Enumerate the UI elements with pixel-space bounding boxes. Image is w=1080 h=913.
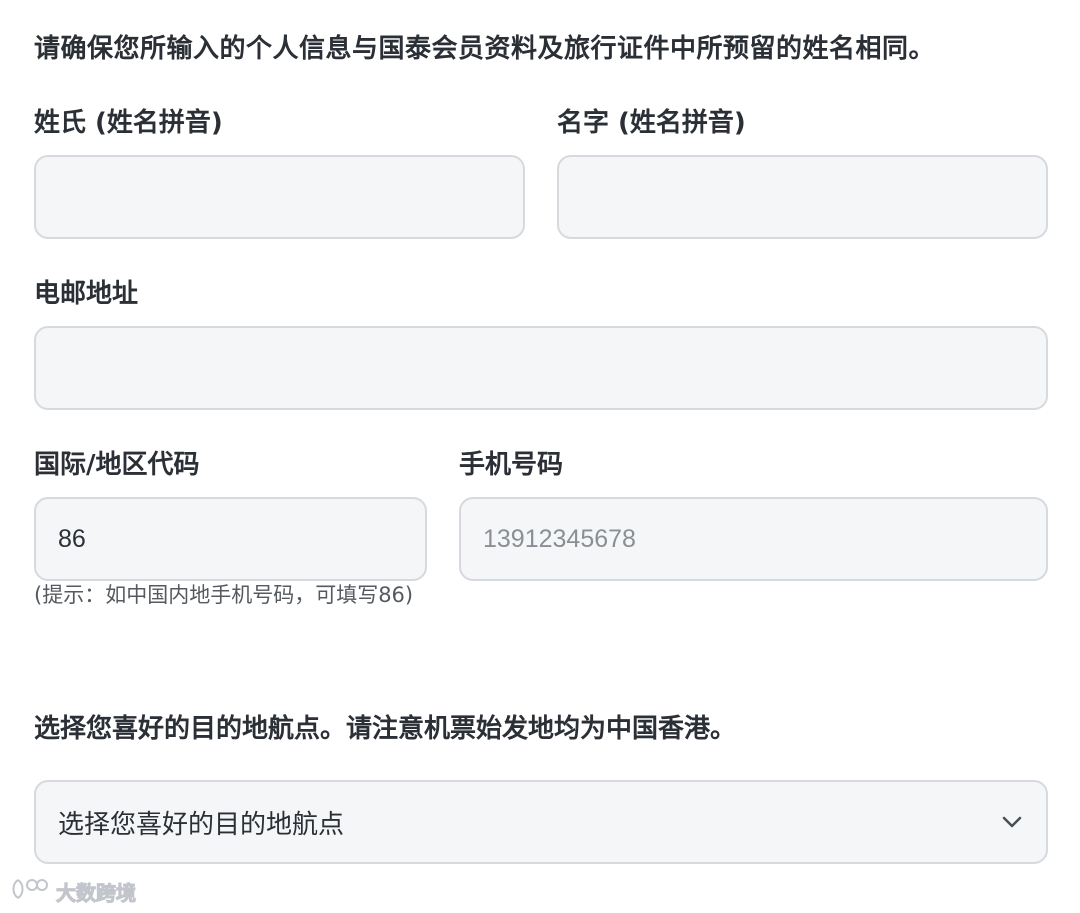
chevron-down-icon [1000,810,1024,834]
mobile-input[interactable] [483,499,1024,579]
destination-select[interactable]: 选择您喜好的目的地航点 [34,780,1048,864]
country-code-input[interactable] [58,499,403,579]
email-field[interactable] [34,326,1048,410]
surname-field[interactable] [34,155,525,239]
email-input[interactable] [58,328,1024,408]
country-code-hint: (提示：如中国内地手机号码，可填写86) [34,583,414,607]
country-code-field[interactable] [34,497,427,581]
surname-label: 姓氏 (姓名拼音) [34,108,223,138]
watermark-text: 大数跨境 [56,881,137,906]
mobile-field[interactable] [459,497,1048,581]
email-label: 电邮地址 [34,279,139,309]
country-code-label: 国际/地区代码 [34,450,200,480]
mobile-label: 手机号码 [459,450,564,480]
given-name-label: 名字 (姓名拼音) [557,108,746,138]
destination-selected-value: 选择您喜好的目的地航点 [58,809,345,840]
logo-icon [10,876,50,907]
destination-label: 选择您喜好的目的地航点。请注意机票始发地均为中国香港。 [34,714,737,744]
surname-input[interactable] [58,157,501,237]
given-name-input[interactable] [581,157,1024,237]
privacy-notice: 请确保您所输入的个人信息与国泰会员资料及旅行证件中所预留的姓名相同。 [34,34,936,64]
watermark: 大数跨境 [10,876,137,907]
given-name-field[interactable] [557,155,1048,239]
